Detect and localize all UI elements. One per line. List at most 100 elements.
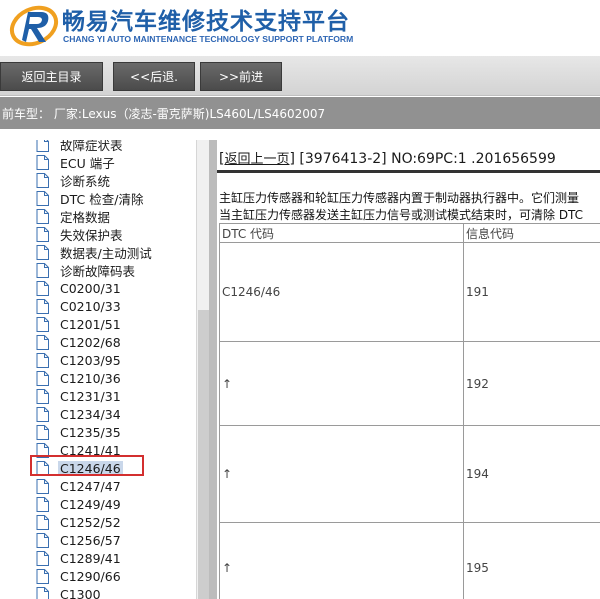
tree-item-label: C1249/49 bbox=[60, 496, 121, 512]
tree-item[interactable]: 故障症状表 bbox=[36, 140, 125, 153]
tree-item[interactable]: C1252/52 bbox=[36, 513, 123, 531]
tree-item-label: 故障症状表 bbox=[60, 140, 123, 153]
doc-info: [3976413-2] NO:69PC:1 .201656599 bbox=[299, 151, 556, 167]
app-subtitle: CHANG YI AUTO MAINTENANCE TECHNOLOGY SUP… bbox=[63, 34, 354, 44]
pane-splitter[interactable] bbox=[209, 140, 217, 599]
description-line: 主缸压力传感器和轮缸压力传感器内置于制动器执行器中。它们测量 bbox=[219, 191, 580, 205]
tree-item-label: C1235/35 bbox=[60, 424, 121, 440]
tree-item-label: C0210/33 bbox=[60, 298, 121, 314]
selection-highlight-box bbox=[30, 455, 144, 476]
document-icon bbox=[36, 190, 49, 206]
tree-scrollbar-thumb[interactable] bbox=[198, 310, 209, 599]
document-icon bbox=[36, 586, 49, 599]
table-cell-dtc: ↑ bbox=[219, 522, 464, 599]
document-icon bbox=[36, 514, 49, 530]
nav-bar: 返回主目录 <<后退. >>前进 bbox=[0, 56, 600, 96]
tree-item-label: C1234/34 bbox=[60, 406, 121, 422]
tree-item-label: C1289/41 bbox=[60, 550, 121, 566]
tree-item-label: DTC 检查/清除 bbox=[60, 191, 144, 207]
table-header-row: DTC 代码 信息代码 bbox=[219, 223, 600, 243]
tree-item[interactable]: 数据表/主动测试 bbox=[36, 243, 154, 261]
home-button[interactable]: 返回主目录 bbox=[0, 62, 103, 91]
tree-item[interactable]: 定格数据 bbox=[36, 207, 112, 225]
document-icon bbox=[36, 262, 49, 278]
tree-item[interactable]: C1249/49 bbox=[36, 495, 123, 513]
document-icon bbox=[36, 280, 49, 296]
tree-item[interactable]: C0210/33 bbox=[36, 297, 123, 315]
table-cell-info: 192 bbox=[463, 341, 600, 426]
tree-item-label: C1300 bbox=[60, 586, 101, 599]
column-header-info: 信息代码 bbox=[463, 223, 600, 243]
tree-item[interactable]: ECU 端子 bbox=[36, 153, 117, 171]
tree-item[interactable]: C1210/36 bbox=[36, 369, 123, 387]
tree-item[interactable]: DTC 检查/清除 bbox=[36, 189, 145, 207]
tree-item[interactable]: C0200/31 bbox=[36, 279, 123, 297]
tree-item-label: C1210/36 bbox=[60, 370, 121, 386]
document-icon bbox=[36, 550, 49, 566]
column-header-dtc: DTC 代码 bbox=[219, 223, 464, 243]
document-icon bbox=[36, 172, 49, 188]
tree-item[interactable]: C1290/66 bbox=[36, 567, 123, 585]
description-line: 当主缸压力传感器发送主缸压力信号或测试模式结束时，可清除 DTC bbox=[219, 208, 584, 222]
tree-item-label: 诊断系统 bbox=[60, 173, 111, 189]
document-icon bbox=[36, 140, 49, 152]
tree-item[interactable]: C1202/68 bbox=[36, 333, 123, 351]
tree-item[interactable]: C1201/51 bbox=[36, 315, 123, 333]
document-icon bbox=[36, 208, 49, 224]
back-to-previous-link[interactable]: 返回上一页 bbox=[224, 152, 289, 167]
forward-button[interactable]: >>前进 bbox=[200, 62, 282, 91]
tree-item-label: 数据表/主动测试 bbox=[60, 245, 152, 261]
tree-item[interactable]: 失效保护表 bbox=[36, 225, 125, 243]
tree-item-label: C1231/31 bbox=[60, 388, 121, 404]
document-icon bbox=[36, 496, 49, 512]
document-tree: 故障症状表 ECU 端子 诊断系统 DTC 检查/清除 定格数据 失效保护表数据表/主动测… bbox=[0, 140, 196, 599]
header-divider bbox=[217, 170, 600, 173]
tree-item-label: ECU 端子 bbox=[60, 155, 115, 171]
changyi-logo-icon bbox=[9, 5, 59, 47]
table-row: ↑ 192 bbox=[219, 341, 600, 426]
document-icon bbox=[36, 298, 49, 314]
tree-item-label: C1252/52 bbox=[60, 514, 121, 530]
tree-item[interactable]: C1289/41 bbox=[36, 549, 123, 567]
tree-item-label: 诊断故障码表 bbox=[60, 263, 136, 279]
tree-item[interactable]: 诊断故障码表 bbox=[36, 261, 137, 279]
tree-item[interactable]: C1256/57 bbox=[36, 531, 123, 549]
app-title: 畅易汽车维修技术支持平台 bbox=[62, 8, 350, 34]
table-row: ↑ 194 bbox=[219, 425, 600, 523]
document-icon bbox=[36, 154, 49, 170]
tree-item[interactable]: C1235/35 bbox=[36, 423, 123, 441]
table-cell-info: 191 bbox=[463, 242, 600, 342]
document-icon bbox=[36, 316, 49, 332]
table-cell-dtc: ↑ bbox=[219, 341, 464, 426]
tree-item-label: C1203/95 bbox=[60, 352, 121, 368]
document-icon bbox=[36, 370, 49, 386]
tree-item-label: C1202/68 bbox=[60, 334, 121, 350]
content-pane: [返回上一页] [3976413-2] NO:69PC:1 .201656599… bbox=[217, 140, 600, 599]
table-cell-dtc: ↑ bbox=[219, 425, 464, 523]
tree-item-label: C1247/47 bbox=[60, 478, 121, 494]
table-cell-info: 195 bbox=[463, 522, 600, 599]
document-icon bbox=[36, 226, 49, 242]
document-icon bbox=[36, 406, 49, 422]
document-icon bbox=[36, 334, 49, 350]
document-icon bbox=[36, 478, 49, 494]
table-cell-dtc: C1246/46 bbox=[219, 242, 464, 342]
app-header: 畅易汽车维修技术支持平台 CHANG YI AUTO MAINTENANCE T… bbox=[0, 0, 600, 56]
tree-scrollbar[interactable] bbox=[196, 140, 209, 599]
document-icon bbox=[36, 388, 49, 404]
table-row: C1246/46 191 bbox=[219, 242, 600, 342]
tree-item[interactable]: 诊断系统 bbox=[36, 171, 112, 189]
tree-item[interactable]: C1247/47 bbox=[36, 477, 123, 495]
tree-item[interactable]: C1203/95 bbox=[36, 351, 123, 369]
table-row: ↑ 195 bbox=[219, 522, 600, 599]
document-icon bbox=[36, 352, 49, 368]
description: 主缸压力传感器和轮缸压力传感器内置于制动器执行器中。它们测量 当主缸压力传感器发… bbox=[219, 190, 583, 224]
tree-item[interactable]: C1231/31 bbox=[36, 387, 123, 405]
tree-item-label: C1290/66 bbox=[60, 568, 121, 584]
document-icon bbox=[36, 532, 49, 548]
tree-item[interactable]: C1234/34 bbox=[36, 405, 123, 423]
tree-item-label: C1201/51 bbox=[60, 316, 121, 332]
back-button[interactable]: <<后退. bbox=[113, 62, 195, 91]
vehicle-info-text: 前车型： 厂家:Lexus（凌志-雷克萨斯)LS460L/LS4602007 bbox=[2, 107, 326, 121]
tree-item[interactable]: C1300 bbox=[36, 585, 103, 599]
